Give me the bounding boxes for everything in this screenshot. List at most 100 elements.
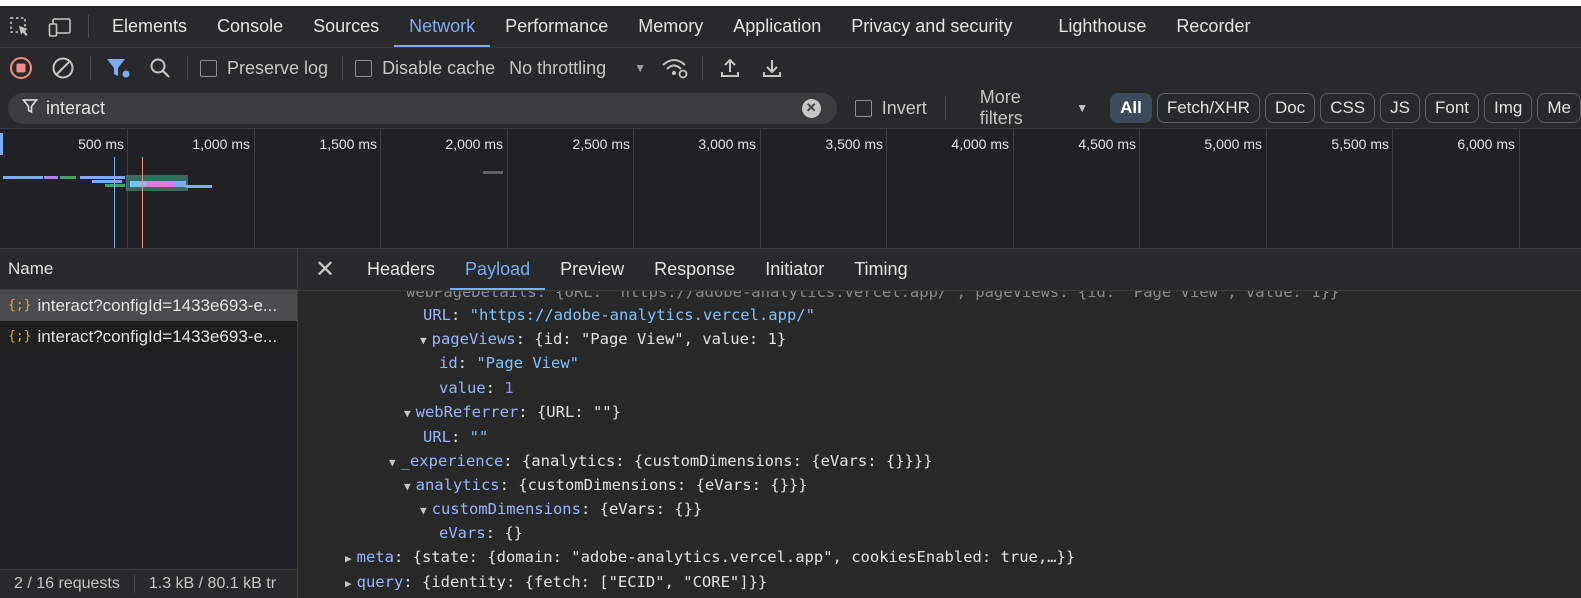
timeline-tick-label: 4,000 ms — [951, 136, 1009, 152]
type-filter-doc[interactable]: Doc — [1264, 93, 1316, 123]
detail-tab-timing[interactable]: Timing — [839, 249, 922, 290]
tab-privacy-and-security[interactable]: Privacy and security — [836, 6, 1027, 47]
filter-search-box: ✕ — [8, 92, 837, 124]
tab-console[interactable]: Console — [202, 6, 298, 47]
json-key: id — [439, 354, 458, 372]
timeline-gridline — [633, 129, 634, 248]
close-icon[interactable]: ✕ — [298, 249, 352, 290]
tab-memory[interactable]: Memory — [623, 6, 718, 47]
timeline-tick-label: 1,500 ms — [319, 136, 377, 152]
timeline-gridline — [760, 129, 761, 248]
device-toolbar-icon[interactable] — [40, 6, 80, 47]
tab-lighthouse[interactable]: Lighthouse — [1043, 6, 1161, 47]
checkbox-box[interactable] — [355, 59, 373, 77]
network-overview-timeline[interactable]: 500 ms 1,000 ms 1,500 ms 2,000 ms 2,500 … — [0, 129, 1581, 249]
payload-line[interactable]: ▼ analytics: {customDimensions: {eVars: {… — [404, 473, 808, 499]
filter-bar: ✕ Invert More filters ▼ All Fetch/XHR Do… — [0, 87, 1581, 129]
type-filter-css[interactable]: CSS — [1320, 93, 1376, 123]
expand-arrow-icon[interactable]: ▼ — [420, 334, 427, 347]
json-value: {eVars: {}} — [599, 500, 703, 518]
transfer-size: 1.3 kB / 80.1 kB tr — [148, 575, 277, 592]
request-count: 2 / 16 requests — [14, 575, 120, 592]
upload-icon[interactable] — [709, 48, 751, 88]
timeline-gridline — [254, 129, 255, 248]
tab-elements[interactable]: Elements — [97, 6, 202, 47]
tab-application[interactable]: Application — [718, 6, 836, 47]
request-row[interactable]: {;} interact?configId=1433e693-e... — [0, 321, 297, 352]
type-filter-js[interactable]: JS — [1380, 93, 1420, 123]
request-name: interact?configId=1433e693-e... — [37, 295, 278, 315]
stop-recording-icon[interactable] — [0, 48, 42, 88]
inspect-element-icon[interactable] — [0, 6, 40, 47]
json-key: _experience — [400, 452, 504, 470]
request-row[interactable]: {;} interact?configId=1433e693-e... — [0, 290, 297, 321]
json-key: eVars — [439, 524, 486, 542]
payload-line[interactable]: ▼ _experience: {analytics: {customDimensi… — [389, 449, 933, 475]
type-filter-media[interactable]: Me — [1537, 93, 1581, 123]
json-key: URL — [423, 306, 451, 324]
detail-tab-response[interactable]: Response — [639, 249, 750, 290]
chevron-down-icon: ▼ — [634, 61, 647, 75]
type-filter-img[interactable]: Img — [1484, 93, 1533, 123]
tab-network[interactable]: Network — [394, 6, 491, 47]
invert-label: Invert — [881, 97, 927, 118]
payload-line[interactable]: ▼ customDimensions: {eVars: {}} — [420, 497, 702, 523]
timeline-gridline — [1392, 129, 1393, 248]
payload-line[interactable]: ▶ query: {identity: {fetch: ["ECID", "COR… — [345, 570, 767, 596]
timeline-tick-label: 500 ms — [78, 136, 124, 152]
detail-tab-preview[interactable]: Preview — [545, 249, 639, 290]
timeline-tick-label: 3,500 ms — [825, 136, 883, 152]
type-filter-all[interactable]: All — [1110, 93, 1152, 123]
expand-arrow-icon[interactable]: ▶ — [345, 577, 352, 590]
name-column-header[interactable]: Name — [0, 249, 297, 290]
clear-filter-icon[interactable]: ✕ — [801, 98, 821, 118]
preserve-log-checkbox[interactable]: Preserve log — [200, 58, 328, 79]
json-string: "Page View" — [476, 354, 579, 372]
payload-line: URL: "" — [423, 428, 489, 446]
request-list: Name {;} interact?configId=1433e693-e...… — [0, 249, 298, 598]
network-toolbar: Preserve log Disable cache No throttling… — [0, 48, 1581, 89]
payload-line[interactable]: ▼ webReferrer: {URL: ""} — [404, 400, 621, 426]
tab-recorder[interactable]: Recorder — [1161, 6, 1265, 47]
filter-icon[interactable] — [97, 48, 139, 88]
tab-sources[interactable]: Sources — [298, 6, 394, 47]
checkbox-box[interactable] — [200, 59, 217, 77]
payload-line: value: 1 — [439, 379, 514, 397]
timeline-gridline — [507, 129, 508, 248]
toolbar-divider — [187, 56, 188, 80]
expand-arrow-icon[interactable]: ▶ — [345, 552, 352, 565]
throttling-value: No throttling — [509, 57, 607, 78]
payload-line[interactable]: ▶ meta: {state: {domain: "adobe-analytics… — [345, 545, 1075, 571]
json-number: 1 — [504, 379, 514, 397]
expand-arrow-icon[interactable]: ▼ — [389, 456, 396, 469]
filter-input[interactable] — [46, 97, 806, 119]
devtools-tab-bar: Elements Console Sources Network Perform… — [0, 6, 1581, 48]
payload-line[interactable]: ▼ pageViews: {id: "Page View", value: 1} — [420, 327, 786, 353]
clear-log-icon[interactable] — [42, 48, 84, 88]
invert-checkbox[interactable]: Invert — [854, 97, 927, 119]
toolbar-divider — [702, 56, 704, 80]
checkbox-box[interactable] — [854, 99, 872, 117]
more-filters-dropdown[interactable]: More filters ▼ — [980, 87, 1088, 129]
request-name: interact?configId=1433e693-e... — [37, 326, 278, 346]
type-filter-font[interactable]: Font — [1425, 93, 1480, 123]
throttling-select[interactable]: No throttling ▼ — [509, 58, 646, 79]
disable-cache-checkbox[interactable]: Disable cache — [355, 58, 495, 79]
timeline-tick-label: 1,000 ms — [192, 136, 250, 152]
tab-performance[interactable]: Performance — [490, 6, 623, 47]
detail-tab-initiator[interactable]: Initiator — [750, 249, 839, 290]
network-conditions-icon[interactable] — [654, 48, 696, 88]
overview-range-handle[interactable] — [0, 133, 3, 155]
detail-tab-payload[interactable]: Payload — [450, 249, 546, 290]
timeline-gridline — [380, 129, 381, 248]
payload-line: URL: "https://adobe-analytics.vercel.app… — [423, 306, 815, 324]
xhr-json-icon: {;} — [8, 298, 32, 313]
expand-arrow-icon[interactable]: ▼ — [420, 504, 427, 517]
download-icon[interactable] — [751, 48, 793, 88]
detail-tab-headers[interactable]: Headers — [352, 249, 450, 290]
type-filter-fetch-xhr[interactable]: Fetch/XHR — [1156, 93, 1260, 123]
expand-arrow-icon[interactable]: ▼ — [404, 407, 411, 420]
expand-arrow-icon[interactable]: ▼ — [404, 480, 411, 493]
search-icon[interactable] — [139, 48, 181, 88]
timeline-request-bar — [483, 171, 503, 174]
